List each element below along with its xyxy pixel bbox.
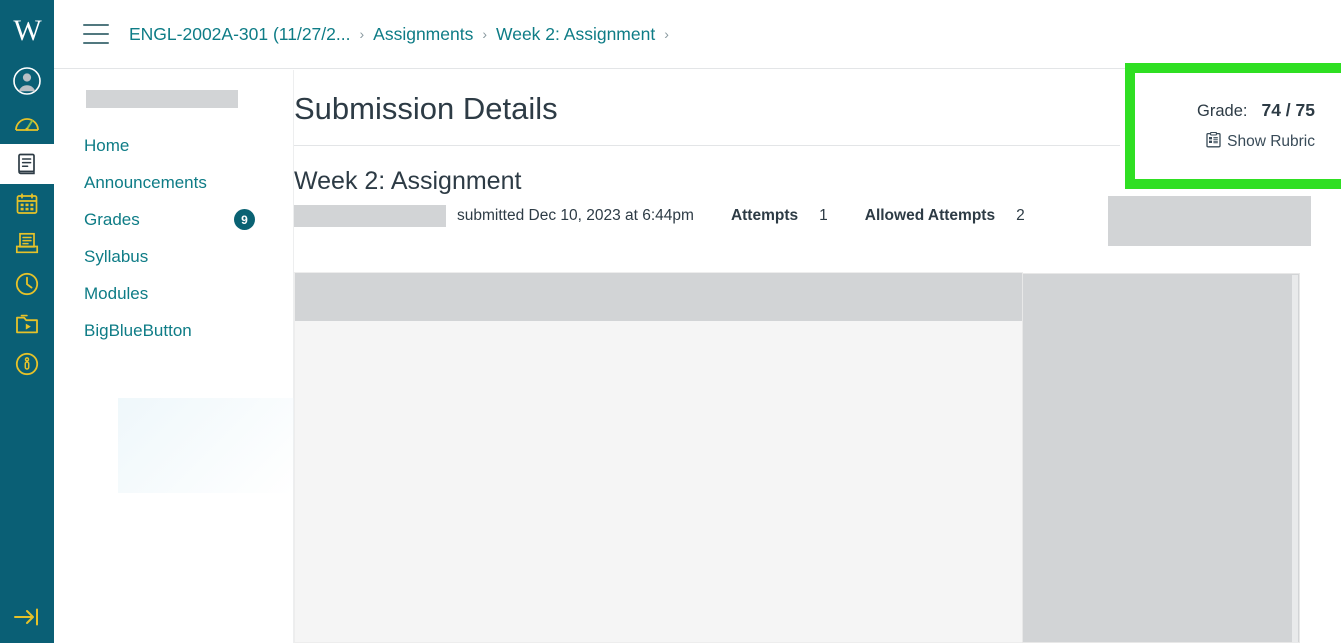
folder-play-icon (14, 311, 40, 337)
course-nav-item-bigbluebutton[interactable]: BigBlueButton (78, 312, 273, 349)
attempts-value: 1 (819, 207, 828, 225)
hamburger-menu-icon[interactable] (83, 24, 109, 44)
course-nav-label: BigBlueButton (84, 320, 192, 340)
side-panel-scrollbar[interactable] (1292, 275, 1298, 643)
grade-highlight-box: Grade: 74 / 75 Show Rubric (1125, 63, 1341, 189)
course-nav-item-grades[interactable]: Grades 9 (78, 201, 273, 238)
breadcrumb-item-course[interactable]: ENGL-2002A-301 (11/27/2... (129, 24, 350, 45)
breadcrumb-item-assignment[interactable]: Week 2: Assignment (496, 24, 655, 45)
course-nav-item-syllabus[interactable]: Syllabus (78, 238, 273, 275)
grade-score: 74 / 75 (1261, 99, 1315, 120)
grade-line: Grade: 74 / 75 (1197, 100, 1315, 121)
course-nav-label: Syllabus (84, 246, 149, 266)
chevron-right-icon: › (359, 26, 365, 42)
hamburger-line (83, 42, 109, 44)
global-nav-item-courses[interactable] (0, 144, 54, 184)
show-rubric-button[interactable]: Show Rubric (1206, 131, 1315, 153)
submission-document-preview[interactable] (294, 272, 1023, 643)
course-name-redacted (86, 90, 238, 108)
institution-logo[interactable]: W (0, 0, 54, 58)
attempts-pair: Attempts 1 (731, 207, 828, 225)
global-nav-item-help[interactable] (0, 344, 54, 384)
rubric-clipboard-icon (1206, 131, 1221, 153)
course-nav-label: Home (84, 135, 130, 155)
grades-badge: 9 (234, 209, 255, 230)
hamburger-line (83, 24, 109, 26)
grade-display: Grade: 74 / 75 Show Rubric (1135, 73, 1341, 179)
hamburger-line (83, 33, 109, 35)
course-nav-item-announcements[interactable]: Announcements (78, 164, 273, 201)
global-nav-item-calendar[interactable] (0, 184, 54, 224)
document-preview-toolbar[interactable] (295, 273, 1022, 321)
submission-side-panel[interactable] (1022, 273, 1300, 643)
background-artifact (118, 398, 294, 493)
user-circle-icon (12, 66, 42, 96)
chevron-right-icon: › (664, 26, 669, 42)
course-nav-item-home[interactable]: Home (78, 127, 273, 164)
allowed-attempts-label: Allowed Attempts (864, 207, 996, 225)
course-nav-label: Modules (84, 283, 149, 303)
canvas-submission-details-page: W ENGL-2002A-301 (11/27/2... › Assignmen… (0, 0, 1341, 643)
help-info-circle-icon (14, 351, 40, 377)
breadcrumb: ENGL-2002A-301 (11/27/2... › Assignments… (129, 24, 678, 45)
redacted-block (1108, 196, 1311, 246)
calendar-icon (14, 191, 40, 217)
allowed-attempts-pair: Allowed Attempts 2 (865, 207, 1025, 225)
grade-label: Grade: (1197, 101, 1248, 120)
breadcrumb-item-assignments[interactable]: Assignments (373, 24, 473, 45)
title-divider (294, 145, 1120, 147)
global-nav-item-studio[interactable] (0, 304, 54, 344)
student-name-redacted (294, 205, 446, 228)
course-navigation: Home Announcements Grades 9 Syllabus Mod… (78, 90, 273, 349)
submitted-timestamp: submitted Dec 10, 2023 at 6:44pm (457, 207, 694, 225)
course-nav-label: Grades (84, 209, 140, 229)
show-rubric-label: Show Rubric (1227, 133, 1315, 150)
inbox-tray-icon (14, 231, 40, 257)
dashboard-gauge-icon (13, 110, 41, 138)
course-nav-item-modules[interactable]: Modules (78, 275, 273, 312)
top-breadcrumb-bar: ENGL-2002A-301 (11/27/2... › Assignments… (54, 0, 1341, 69)
global-nav-item-history[interactable] (0, 264, 54, 304)
course-nav-label: Announcements (84, 172, 207, 192)
clock-icon (14, 271, 40, 297)
global-nav-collapse-button[interactable] (0, 591, 54, 643)
global-nav-item-inbox[interactable] (0, 224, 54, 264)
attempts-label: Attempts (730, 207, 799, 225)
allowed-attempts-value: 2 (1016, 207, 1025, 225)
global-nav-item-account[interactable] (0, 58, 54, 104)
global-navigation: W (0, 0, 54, 643)
book-icon (14, 151, 40, 177)
arrow-to-bar-right-icon (12, 605, 42, 629)
chevron-right-icon: › (482, 26, 488, 42)
global-nav-item-dashboard[interactable] (0, 104, 54, 144)
